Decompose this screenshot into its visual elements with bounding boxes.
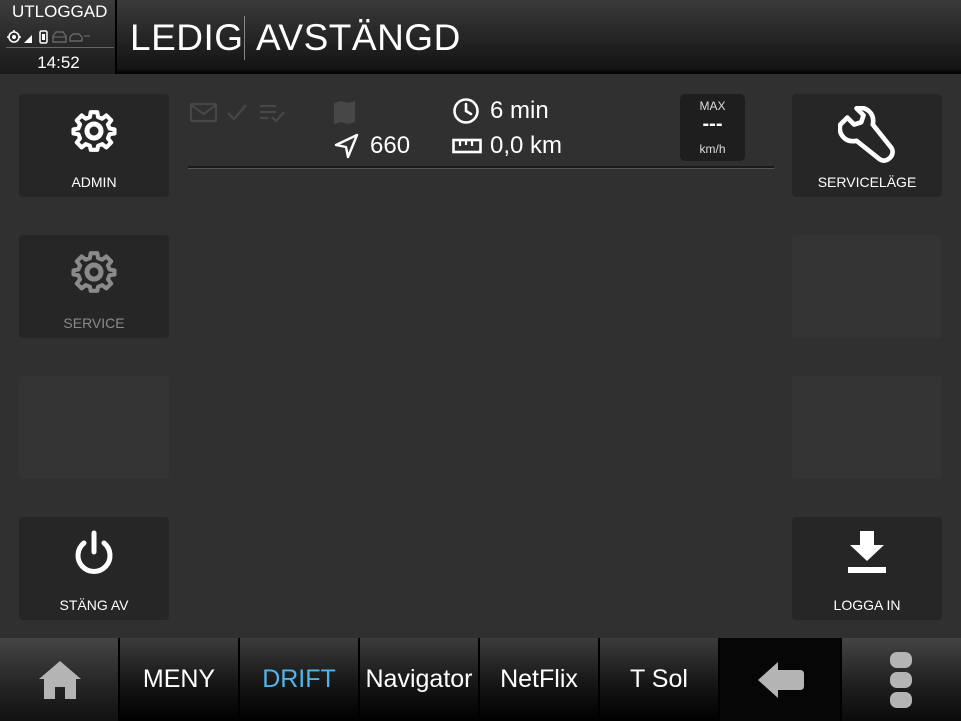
- service-button-label: SERVICE: [63, 315, 125, 331]
- empty-slot-left: [19, 376, 169, 479]
- power-off-button[interactable]: STÄNG AV: [19, 517, 169, 620]
- clock-time: 14:52: [37, 53, 80, 72]
- tab-navigator-label: Navigator: [365, 665, 473, 693]
- tab-meny[interactable]: MENY: [120, 638, 240, 721]
- empty-slot-right-1: [792, 235, 942, 338]
- service-mode-button-label: SERVICELÄGE: [817, 174, 917, 190]
- wrench-icon: [838, 106, 895, 163]
- tab-netflix[interactable]: NetFlix: [480, 638, 600, 721]
- trip-info-panel: 660 6 min 0,0 km MAX --- km/h: [188, 92, 774, 169]
- home-icon: [39, 661, 81, 699]
- admin-button[interactable]: ADMIN: [19, 94, 169, 197]
- trip-distance: 0,0 km: [490, 132, 563, 159]
- title-divider: [244, 16, 245, 60]
- gear-icon: [71, 251, 117, 293]
- car-icon: [52, 31, 67, 43]
- gps-icon: [7, 30, 21, 43]
- header-bar: UTLOGGAD 14:52 LEDIG AVSTÄNGD: [0, 0, 961, 74]
- tab-meny-label: MENY: [142, 665, 216, 693]
- phone-icon: [39, 30, 48, 44]
- mail-icon: [189, 102, 218, 123]
- list-check-icon: [260, 104, 285, 123]
- tab-t-sol[interactable]: T Sol: [600, 638, 720, 721]
- home-button[interactable]: [0, 638, 120, 721]
- tab-netflix-label: NetFlix: [500, 665, 578, 693]
- ruler-icon: [452, 138, 482, 154]
- tab-drift-label: DRIFT: [262, 665, 336, 693]
- back-arrow-icon: [758, 662, 804, 698]
- more-icon: [890, 652, 912, 708]
- login-status: UTLOGGAD: [12, 2, 108, 21]
- navigation-arrow-icon: [334, 133, 359, 159]
- max-speed-box: MAX --- km/h: [680, 94, 745, 161]
- service-mode-button[interactable]: SERVICELÄGE: [792, 94, 942, 197]
- admin-button-label: ADMIN: [71, 174, 117, 190]
- max-speed-unit: km/h: [699, 142, 726, 156]
- back-button[interactable]: [720, 638, 842, 721]
- max-speed-value: ---: [702, 113, 723, 135]
- power-off-button-label: STÄNG AV: [59, 597, 129, 613]
- empty-slot-right-2: [792, 376, 942, 479]
- login-button-label: LOGGA IN: [833, 597, 901, 613]
- signal-icon: [24, 35, 32, 43]
- power-icon: [75, 530, 113, 574]
- message-status-icons: [189, 101, 355, 124]
- login-button[interactable]: LOGGA IN: [792, 517, 942, 620]
- status-box: UTLOGGAD 14:52: [0, 0, 117, 74]
- tab-t-sol-label: T Sol: [630, 665, 688, 693]
- map-icon: [334, 101, 355, 124]
- trip-time: 6 min: [490, 97, 549, 124]
- check-icon: [227, 104, 247, 121]
- tab-drift[interactable]: DRIFT: [240, 638, 360, 721]
- page-title: LEDIG: [130, 17, 244, 58]
- tab-navigator[interactable]: Navigator: [360, 638, 480, 721]
- more-button[interactable]: [842, 638, 961, 721]
- service-button[interactable]: SERVICE: [19, 235, 169, 338]
- nav-value: 660: [370, 132, 411, 159]
- car-signal-icon: [69, 33, 90, 42]
- download-icon: [848, 531, 886, 573]
- page-subtitle: AVSTÄNGD: [256, 17, 461, 58]
- status-icons: [6, 26, 114, 48]
- clock-icon: [453, 98, 479, 124]
- max-speed-title: MAX: [699, 99, 726, 113]
- gear-icon: [71, 110, 117, 152]
